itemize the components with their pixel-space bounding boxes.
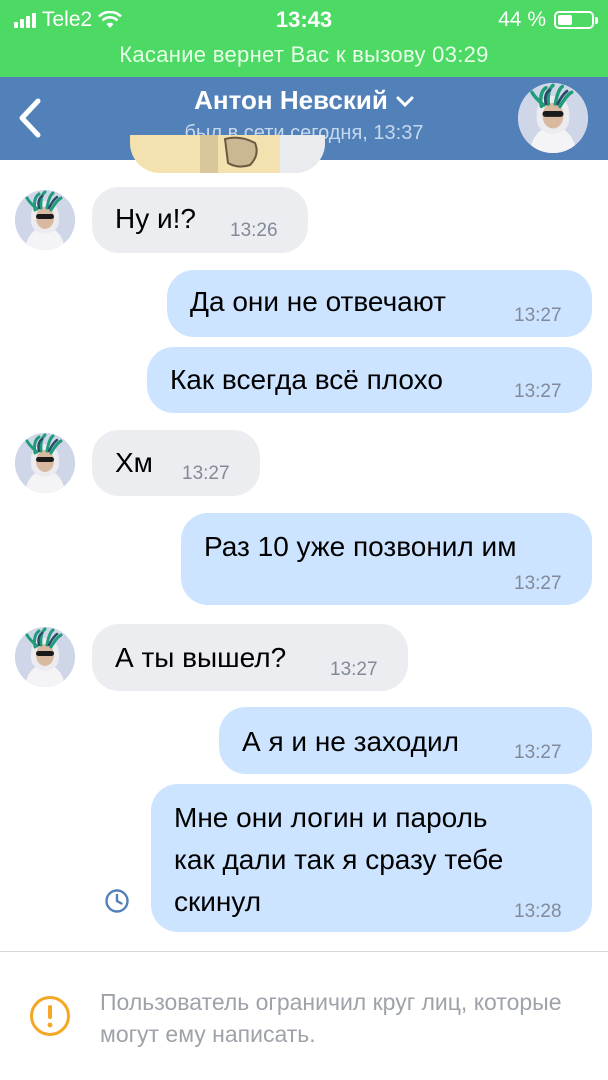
restriction-notice: Пользователь ограничил круг лиц, которые… bbox=[100, 989, 562, 1047]
message-time: 13:27 bbox=[514, 381, 562, 402]
battery-icon bbox=[554, 11, 598, 29]
message-time: 13:27 bbox=[182, 463, 230, 484]
status-right: 44 % bbox=[498, 8, 598, 32]
chat-title-text: Антон Невский bbox=[194, 85, 388, 115]
message-time: 13:27 bbox=[330, 659, 378, 680]
message-text: Да они не отвечают bbox=[190, 286, 446, 317]
message-text: А ты вышел? bbox=[115, 642, 287, 673]
message-text: Ну и!? bbox=[115, 203, 196, 234]
call-banner[interactable]: Tele2 13:43 44 % Касание вернет Вас к вы… bbox=[0, 0, 608, 77]
message-list[interactable]: Ну и!? 13:26 Да они не отвечают 13:27 Ка… bbox=[0, 160, 608, 950]
message-text: Хм bbox=[115, 447, 153, 478]
battery-fill bbox=[558, 15, 573, 25]
avatar-image bbox=[15, 433, 75, 493]
message-text: А я и не заходил bbox=[242, 726, 459, 757]
message-text-line: как дали так я сразу тебе bbox=[174, 844, 504, 875]
warning-icon bbox=[30, 996, 70, 1036]
chat-title[interactable]: Антон Невский bbox=[0, 85, 608, 116]
clock-icon bbox=[105, 889, 129, 913]
message-bubble-outgoing[interactable]: Раз 10 уже позвонил им 13:27 bbox=[181, 513, 592, 605]
avatar-image bbox=[15, 190, 75, 250]
message-text: Раз 10 уже позвонил им bbox=[204, 531, 517, 562]
sender-avatar[interactable] bbox=[15, 627, 75, 687]
message-bubble-incoming[interactable]: Хм 13:27 bbox=[92, 430, 260, 496]
message-time: 13:27 bbox=[514, 305, 562, 326]
header-avatar[interactable] bbox=[518, 83, 588, 153]
message-bubble-incoming[interactable]: А ты вышел? 13:27 bbox=[92, 624, 408, 691]
chevron-down-icon bbox=[396, 96, 414, 108]
message-time: 13:27 bbox=[514, 573, 562, 594]
message-text-line: Мне они логин и пароль bbox=[174, 802, 488, 833]
message-bubble-outgoing[interactable]: Как всегда всё плохо 13:27 bbox=[147, 347, 592, 413]
divider bbox=[0, 951, 608, 952]
sender-avatar[interactable] bbox=[15, 190, 75, 250]
avatar-image bbox=[518, 83, 588, 153]
sender-avatar[interactable] bbox=[15, 433, 75, 493]
message-time: 13:28 bbox=[514, 901, 562, 922]
message-text: Как всегда всё плохо bbox=[170, 364, 443, 395]
message-bubble-incoming[interactable]: Ну и!? 13:26 bbox=[92, 187, 308, 253]
message-bubble-outgoing[interactable]: А я и не заходил 13:27 bbox=[219, 707, 592, 774]
message-bubble-outgoing[interactable]: Мне они логин и пароль как дали так я ср… bbox=[151, 784, 592, 932]
battery-percent: 44 % bbox=[498, 8, 546, 31]
call-banner-text[interactable]: Касание вернет Вас к вызову 03:29 bbox=[0, 42, 608, 68]
message-text-line: скинул bbox=[174, 886, 262, 917]
avatar-image bbox=[15, 627, 75, 687]
message-time: 13:26 bbox=[230, 220, 278, 241]
message-bubble-outgoing[interactable]: Да они не отвечают 13:27 bbox=[167, 270, 592, 337]
message-time: 13:27 bbox=[514, 742, 562, 763]
